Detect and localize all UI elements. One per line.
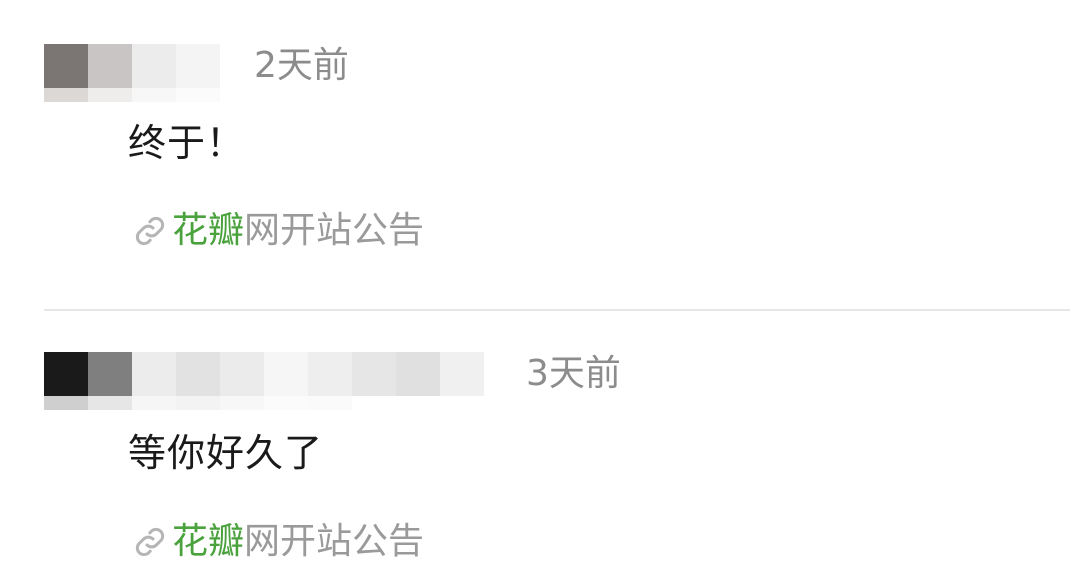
username-blurred[interactable] xyxy=(44,352,484,396)
link-title-text: 网开站公告 xyxy=(244,521,425,562)
username-blur-shadow xyxy=(44,396,352,410)
comment-text: 等你好久了 xyxy=(128,431,324,475)
link-icon xyxy=(135,527,165,557)
comment-item: 2天前 终于！ 花瓣 网开站公告 xyxy=(0,0,1070,310)
comment-time: 2天前 xyxy=(254,45,349,86)
article-link[interactable]: 花瓣 网开站公告 xyxy=(130,519,424,565)
comment-item: 3天前 等你好久了 花瓣 网开站公告 xyxy=(0,311,1070,570)
comment-time: 3天前 xyxy=(526,353,621,394)
link-icon xyxy=(135,216,165,246)
comment-text: 终于！ xyxy=(128,121,246,165)
link-highlight-text: 花瓣 xyxy=(172,521,245,562)
article-link[interactable]: 花瓣 网开站公告 xyxy=(130,208,424,254)
link-highlight-text: 花瓣 xyxy=(172,210,245,251)
link-title-text: 网开站公告 xyxy=(244,210,425,251)
username-blur-shadow xyxy=(44,88,220,102)
username-blurred[interactable] xyxy=(44,44,220,88)
